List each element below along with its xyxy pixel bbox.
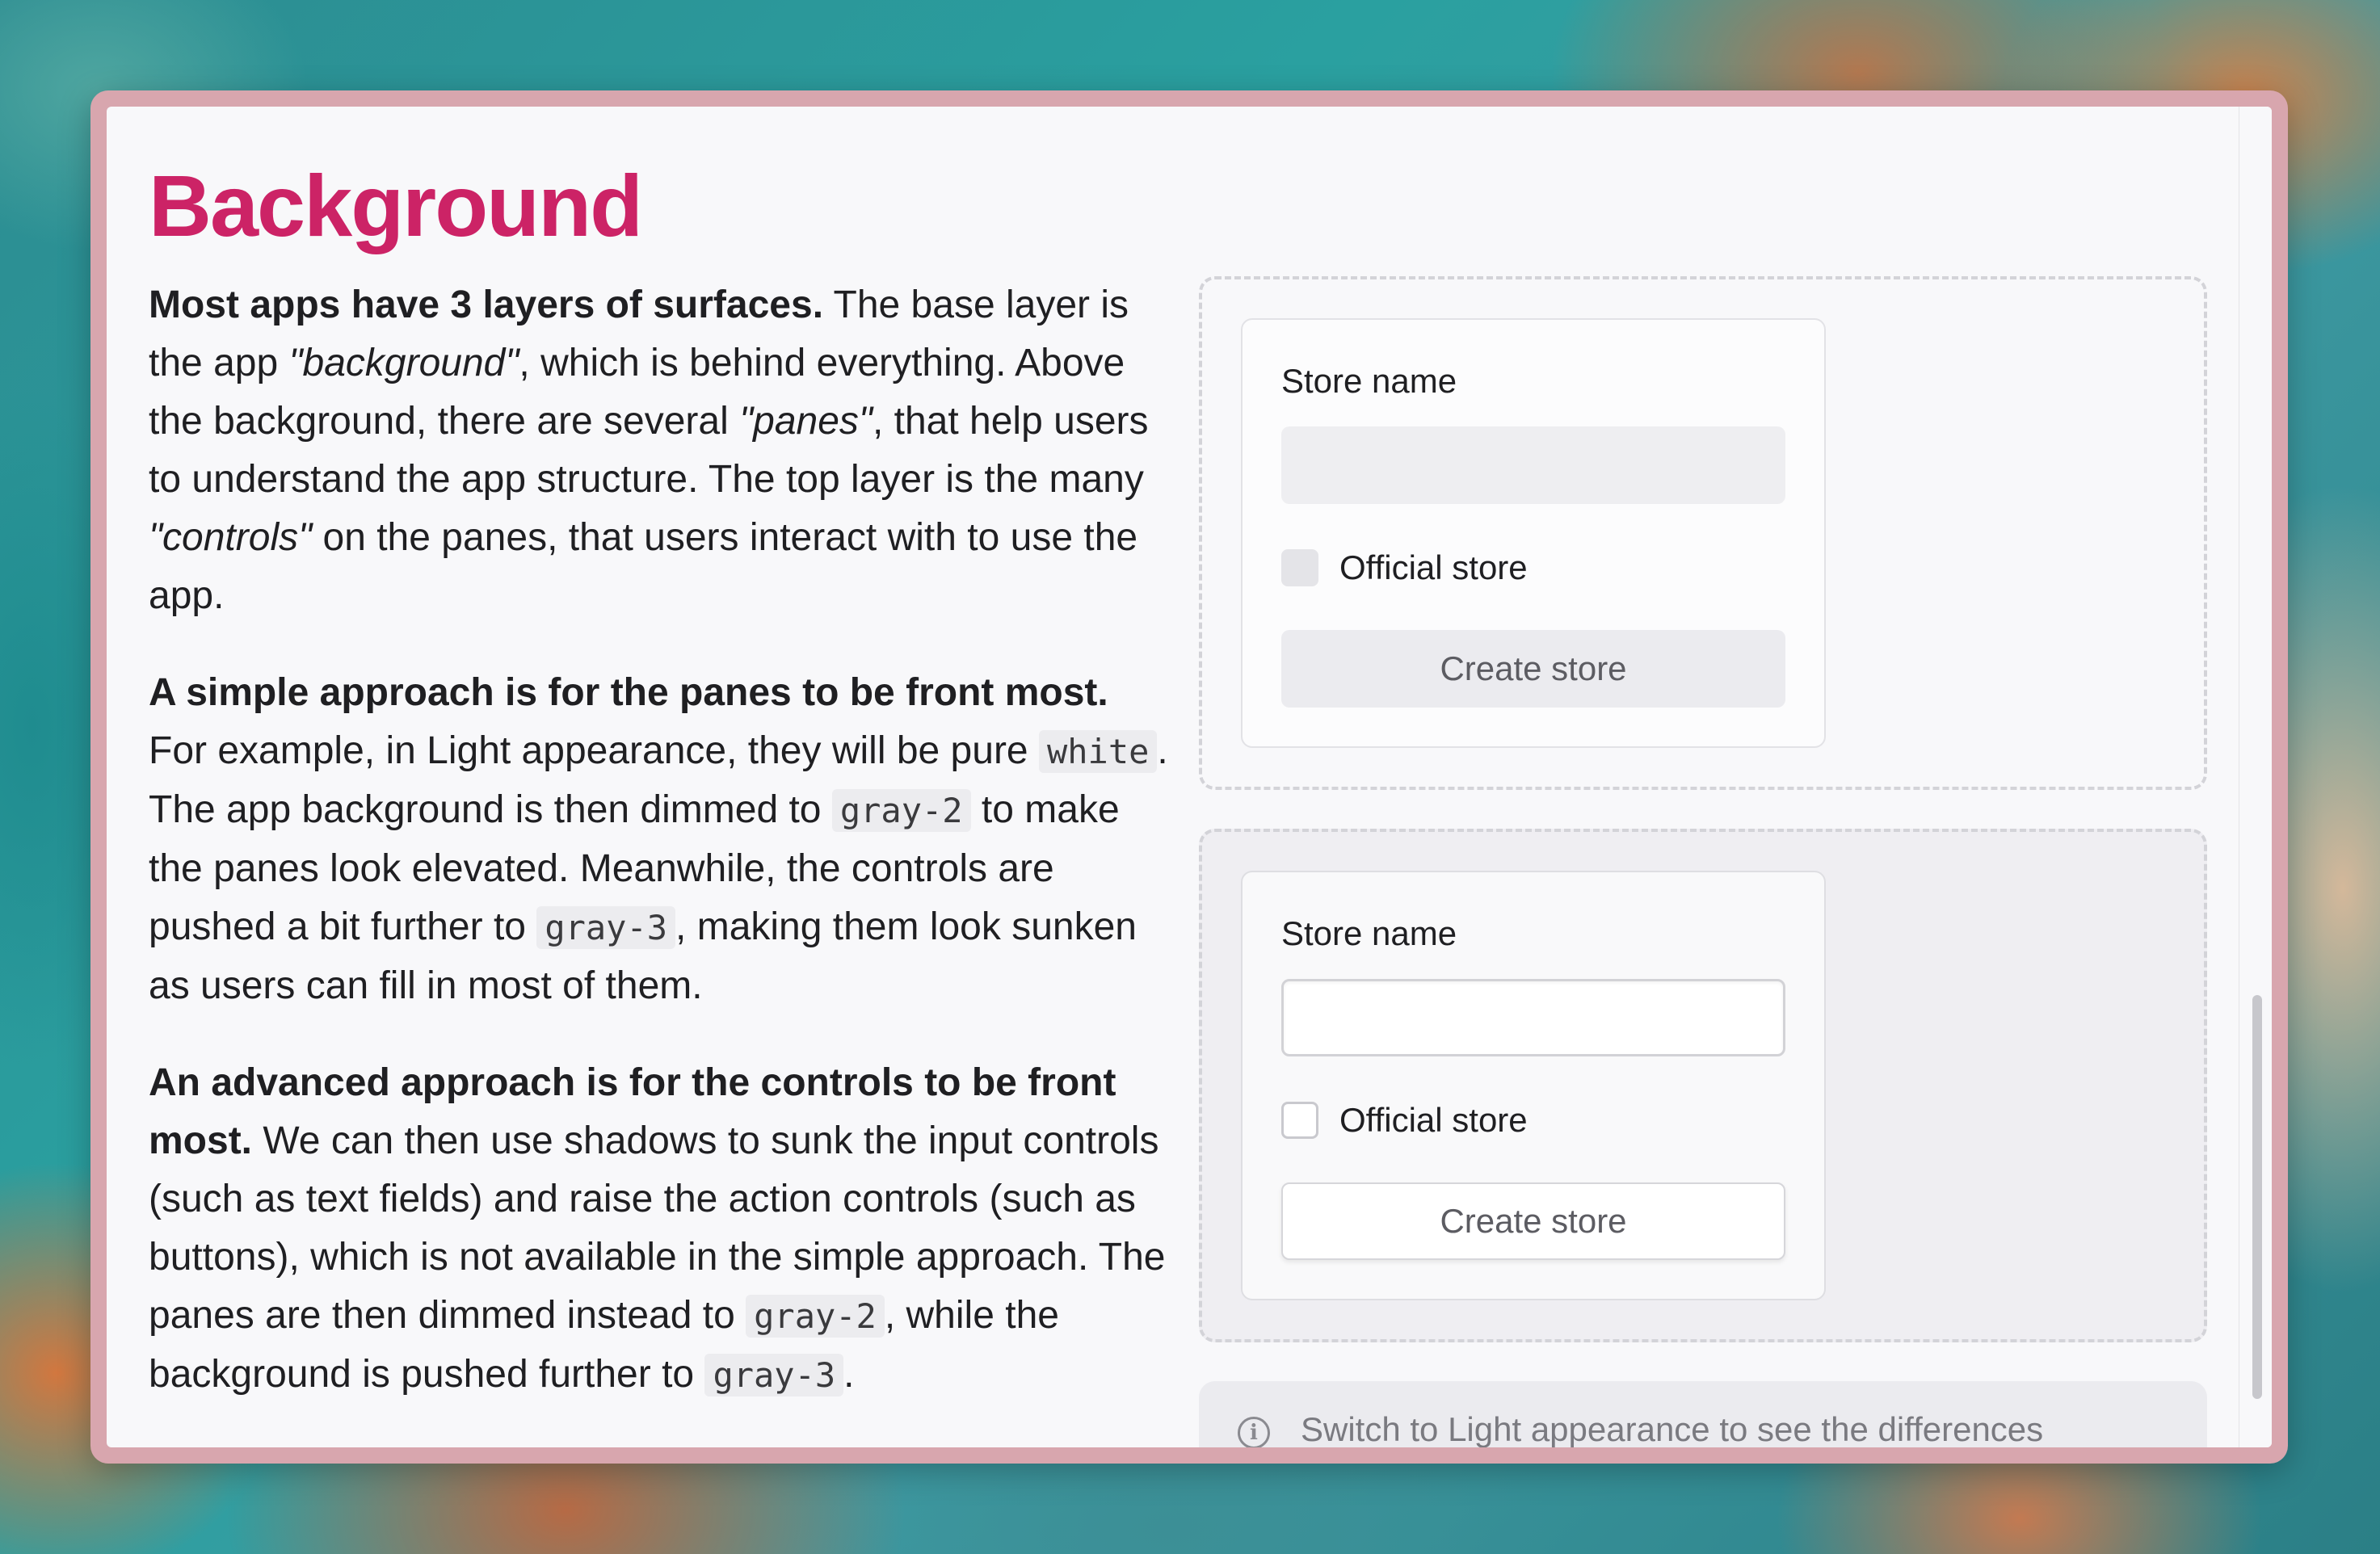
paragraph-advanced-approach: An advanced approach is for the controls… [149, 1054, 1175, 1405]
info-icon: i [1238, 1417, 1270, 1447]
code-token: gray-2 [831, 789, 971, 832]
note-text: Switch to Light appearance to see the di… [1301, 1410, 2044, 1447]
store-name-input[interactable] [1281, 426, 1785, 504]
code-token: gray-2 [746, 1295, 885, 1338]
paragraph-lead: Most apps have 3 layers of surfaces. [149, 284, 824, 326]
appearance-note: i Switch to Light appearance to see the … [1199, 1381, 2207, 1447]
paragraph-text: . [843, 1353, 855, 1396]
official-store-label[interactable]: Official store [1339, 548, 1528, 587]
content-area[interactable]: Background Most apps have 3 layers of su… [107, 107, 2272, 1447]
code-token: gray-3 [536, 906, 676, 949]
paragraph-simple-approach: A simple approach is for the panes to be… [149, 664, 1175, 1015]
create-store-button[interactable]: Create store [1281, 630, 1785, 708]
scrollbar[interactable] [2239, 107, 2272, 1447]
demo-simple-approach: Store name Official store Create store [1199, 276, 2207, 790]
demo-advanced-approach: Store name Official store Create store [1199, 829, 2207, 1342]
official-store-row[interactable]: Official store [1281, 548, 1528, 588]
paragraph-text: For example, in Light appearance, they w… [149, 729, 1039, 772]
term-panes: "panes" [739, 400, 873, 443]
app-window: Background Most apps have 3 layers of su… [90, 90, 2288, 1464]
page-title: Background [149, 157, 643, 254]
create-store-button[interactable]: Create store [1281, 1182, 1785, 1260]
store-name-label: Store name [1281, 914, 1457, 952]
official-store-row[interactable]: Official store [1281, 1100, 1528, 1140]
code-token: white [1038, 730, 1158, 773]
paragraph-lead: A simple approach is for the panes to be… [149, 671, 1108, 714]
official-store-checkbox[interactable] [1281, 1102, 1318, 1139]
code-token: gray-3 [704, 1354, 844, 1396]
form-pane: Store name Official store Create store [1241, 318, 1826, 748]
store-name-input[interactable] [1281, 979, 1785, 1056]
term-background: "background" [288, 342, 519, 384]
store-name-label: Store name [1281, 362, 1457, 400]
term-controls: "controls" [149, 516, 313, 559]
text-column: Most apps have 3 layers of surfaces. The… [149, 276, 1175, 1443]
scrollbar-thumb[interactable] [2252, 995, 2262, 1399]
official-store-checkbox[interactable] [1281, 549, 1318, 586]
official-store-label[interactable]: Official store [1339, 1101, 1528, 1140]
paragraph-layers: Most apps have 3 layers of surfaces. The… [149, 276, 1175, 625]
form-pane: Store name Official store Create store [1241, 871, 1826, 1300]
